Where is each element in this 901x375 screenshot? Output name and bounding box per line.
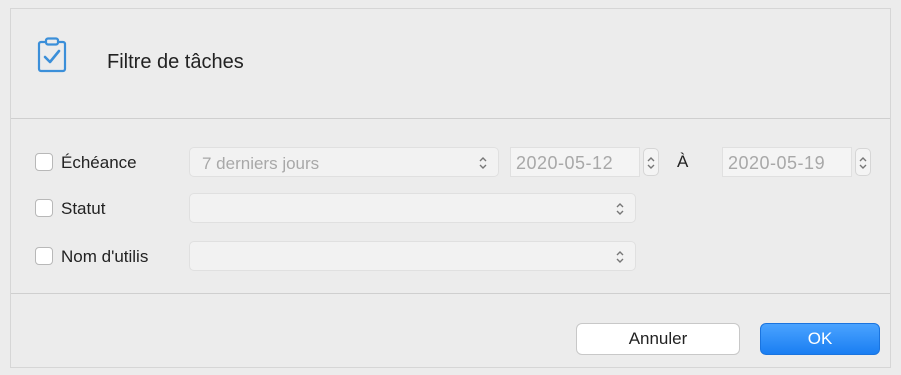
due-date-checkbox[interactable]: [35, 153, 53, 171]
clipboard-check-icon: [37, 37, 67, 73]
filter-row-due-date: Échéance 7 derniers jours 2020-05-12 À 2…: [11, 147, 890, 177]
select-updown-icon: [615, 248, 625, 266]
dialog-header: Filtre de tâches: [11, 9, 890, 119]
date-to-value: 2020-05-19: [728, 153, 826, 173]
ok-button[interactable]: OK: [760, 323, 880, 355]
status-select[interactable]: [189, 193, 636, 223]
due-date-range-value: 7 derniers jours: [202, 154, 320, 173]
dialog-title: Filtre de tâches: [107, 51, 244, 73]
date-from-field[interactable]: 2020-05-12: [510, 147, 640, 177]
filter-row-status: Statut: [11, 193, 890, 223]
username-checkbox[interactable]: [35, 247, 53, 265]
status-checkbox[interactable]: [35, 199, 53, 217]
select-updown-icon: [478, 154, 488, 172]
footer-divider: [11, 293, 890, 294]
date-from-stepper[interactable]: [643, 148, 659, 176]
due-date-range-select[interactable]: 7 derniers jours: [189, 147, 499, 177]
status-label: Statut: [61, 199, 106, 218]
due-date-label: Échéance: [61, 153, 137, 172]
username-label: Nom d'utilis: [61, 247, 149, 266]
username-select[interactable]: [189, 241, 636, 271]
filter-row-username: Nom d'utilis: [11, 241, 890, 271]
to-label: À: [677, 152, 689, 171]
date-to-field[interactable]: 2020-05-19: [722, 147, 852, 177]
task-filter-dialog: Filtre de tâches Échéance 7 derniers jou…: [10, 8, 891, 368]
cancel-button[interactable]: Annuler: [576, 323, 740, 355]
select-updown-icon: [615, 200, 625, 218]
date-from-value: 2020-05-12: [516, 153, 614, 173]
date-to-stepper[interactable]: [855, 148, 871, 176]
